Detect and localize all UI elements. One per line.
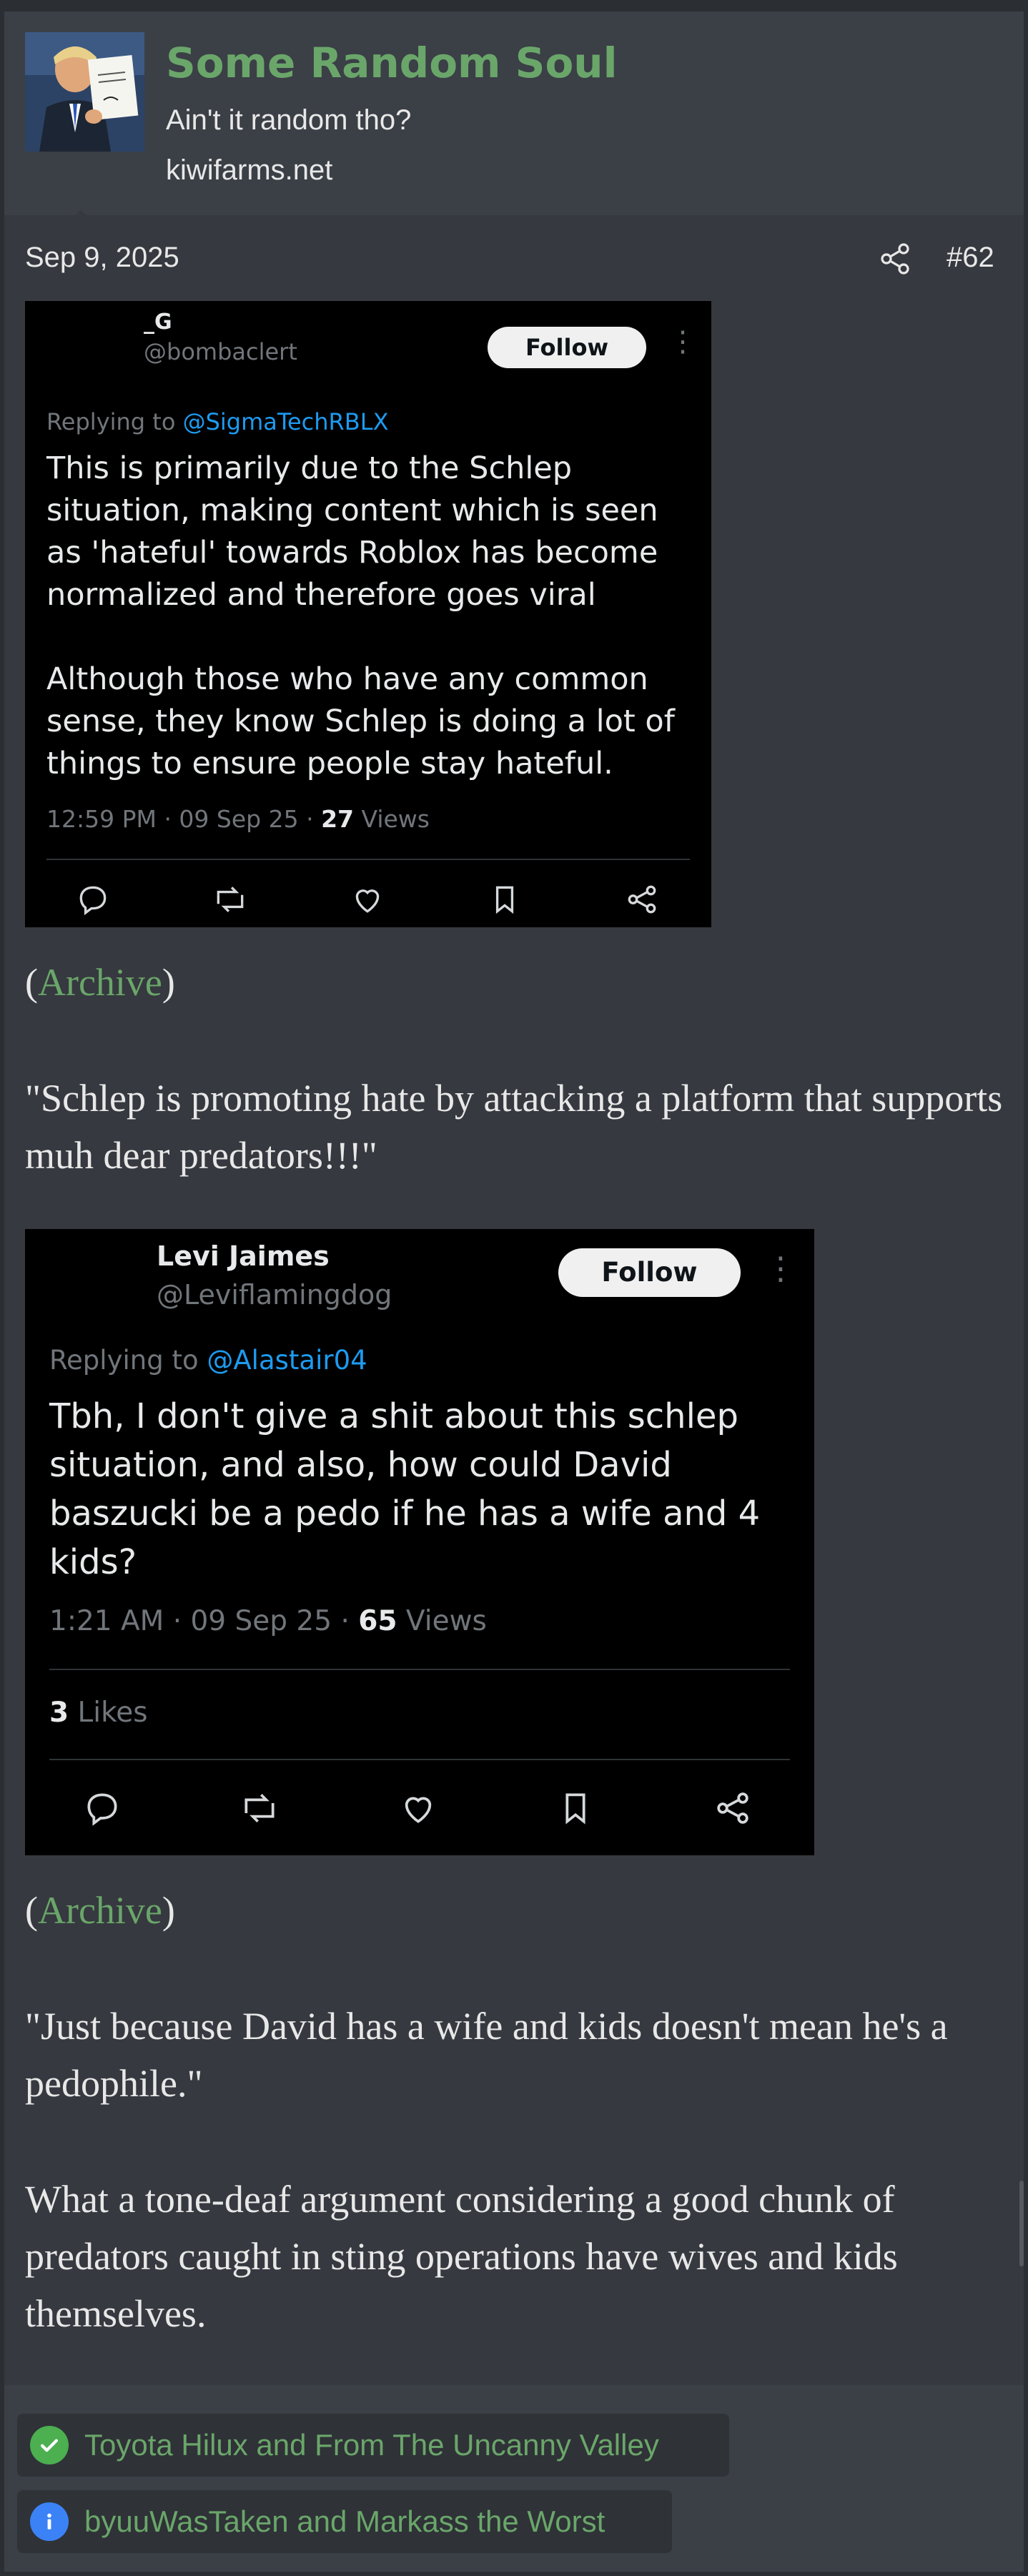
tweet-divider: [49, 1759, 790, 1760]
reaction-summary-1[interactable]: Toyota Hilux and From The Uncanny Valley: [17, 2414, 729, 2477]
tweet-author-name: _G: [144, 310, 172, 335]
tweet-reply-line: Replying to @SigmaTechRBLX: [46, 408, 389, 435]
username-link[interactable]: Some Random Soul: [166, 39, 617, 87]
reaction-users-2[interactable]: byuuWasTaken and Markass the Worst: [84, 2505, 605, 2539]
quote-text-1: "Schlep is promoting hate by attacking a…: [25, 1077, 1003, 1177]
avatar[interactable]: [25, 32, 144, 152]
reply-icon: [87, 1793, 117, 1826]
scrollbar-thumb[interactable]: [1019, 2181, 1024, 2266]
like-icon: [405, 1797, 432, 1823]
tweet-divider: [49, 1669, 790, 1670]
tweet-author-name: Levi Jaimes: [157, 1240, 330, 1272]
reaction-summary-2[interactable]: byuuWasTaken and Markass the Worst: [17, 2490, 672, 2553]
tweet-author-handle: @bombaclert: [144, 338, 297, 365]
post-paragraph: What a tone-deaf argument considering a …: [25, 2178, 898, 2335]
archive-link-2[interactable]: Archive: [38, 1889, 162, 1932]
share-icon[interactable]: [878, 242, 912, 276]
tweet-meta: 12:59 PM · 09 Sep 25 · 27 Views: [46, 805, 430, 833]
header-pointer: [65, 210, 97, 226]
tweet-likes: 3 Likes: [49, 1697, 148, 1729]
post-header: Some Random Soul Ain't it random tho? ki…: [4, 11, 1024, 215]
tweet-share-icon: [628, 885, 656, 914]
like-icon: [355, 889, 380, 913]
reply-icon: [79, 886, 107, 916]
post-number-link[interactable]: #62: [947, 242, 994, 274]
tweet-body: Tbh, I don't give a shit about this schl…: [49, 1396, 761, 1582]
user-site: kiwifarms.net: [166, 154, 333, 186]
quote-text-2: "Just because David has a wife and kids …: [25, 2005, 948, 2105]
embedded-tweet-image-2: Levi Jaimes @Leviflamingdog Follow ⋮ Rep…: [25, 1229, 814, 1855]
tweet-more-icon: ⋮: [765, 1250, 796, 1287]
tweet-meta: 1:21 AM · 09 Sep 25 · 65 Views: [49, 1605, 487, 1637]
post-date[interactable]: Sep 9, 2025: [25, 242, 179, 274]
tweet-more-icon: ⋮: [668, 325, 697, 358]
tweet-mention: @SigmaTechRBLX: [182, 408, 389, 435]
post-container: Some Random Soul Ain't it random tho? ki…: [4, 11, 1024, 2572]
retweet-icon: [244, 1794, 275, 1822]
bookmark-icon: [565, 1793, 585, 1825]
tweet-follow-button: Follow: [558, 1248, 741, 1297]
embedded-tweet-image-1: _G @bombaclert Follow ⋮ Replying to @Sig…: [25, 301, 711, 927]
tweet-share-icon: [717, 1792, 748, 1824]
archive-line-1: (Archive): [25, 961, 175, 1004]
tweet-follow-button: Follow: [488, 327, 646, 368]
archive-link-1[interactable]: Archive: [38, 961, 162, 1004]
info-icon: [30, 2502, 69, 2541]
retweet-icon: [217, 887, 244, 912]
reaction-users-1[interactable]: Toyota Hilux and From The Uncanny Valley: [84, 2428, 659, 2462]
tweet-mention: @Alastair04: [207, 1345, 367, 1376]
check-icon: [30, 2426, 69, 2464]
archive-line-2: (Archive): [25, 1889, 175, 1932]
tweet-body: This is primarily due to the Schlep situ…: [46, 450, 675, 781]
tweet-author-handle: @Leviflamingdog: [157, 1279, 392, 1311]
reactions-bar: Toyota Hilux and From The Uncanny Valley…: [4, 2385, 1024, 2572]
tweet-reply-line: Replying to @Alastair04: [49, 1345, 367, 1376]
user-title: Ain't it random tho?: [166, 104, 412, 136]
tweet-divider: [46, 859, 690, 860]
bookmark-icon: [495, 886, 514, 914]
